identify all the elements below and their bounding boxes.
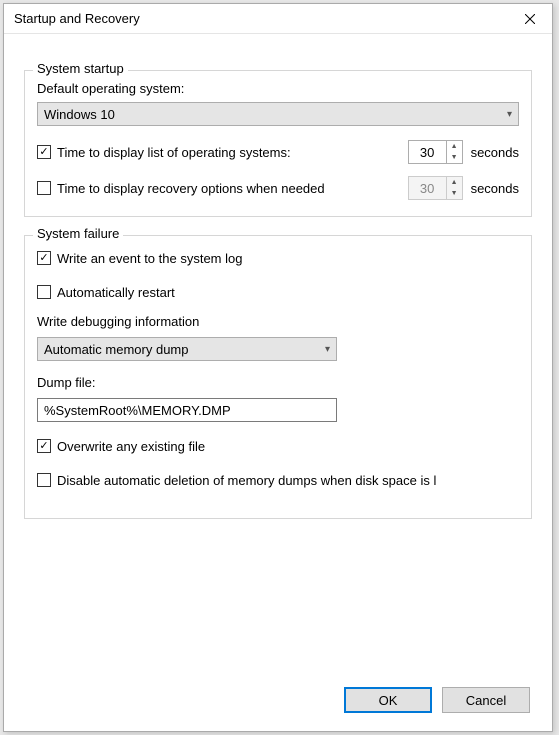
- system-startup-label: System startup: [33, 61, 128, 76]
- ok-label: OK: [379, 693, 398, 708]
- display-list-checkbox[interactable]: [37, 145, 51, 159]
- auto-restart-checkbox[interactable]: [37, 285, 51, 299]
- display-recovery-row: Time to display recovery options when ne…: [37, 176, 519, 200]
- cancel-button[interactable]: Cancel: [442, 687, 530, 713]
- dump-file-value: %SystemRoot%\MEMORY.DMP: [44, 403, 231, 418]
- startup-recovery-dialog: Startup and Recovery System startup Defa…: [3, 3, 553, 732]
- overwrite-checkbox[interactable]: [37, 439, 51, 453]
- display-recovery-label: Time to display recovery options when ne…: [57, 181, 400, 196]
- display-list-row: Time to display list of operating system…: [37, 140, 519, 164]
- system-failure-label: System failure: [33, 226, 123, 241]
- spinner-down-icon[interactable]: ▼: [447, 152, 462, 163]
- dialog-content: System startup Default operating system:…: [4, 34, 552, 519]
- spinner-up-icon: ▲: [447, 177, 462, 188]
- debug-type-select[interactable]: Automatic memory dump ▾: [37, 337, 337, 361]
- default-os-select[interactable]: Windows 10 ▾: [37, 102, 519, 126]
- display-recovery-spinner: 30 ▲ ▼: [408, 176, 463, 200]
- display-recovery-value: 30: [409, 177, 446, 199]
- default-os-label: Default operating system:: [37, 81, 519, 96]
- display-list-label: Time to display list of operating system…: [57, 145, 400, 160]
- dialog-title: Startup and Recovery: [14, 11, 140, 26]
- ok-button[interactable]: OK: [344, 687, 432, 713]
- chevron-down-icon: ▾: [507, 109, 512, 120]
- spinner-buttons: ▲ ▼: [446, 141, 462, 163]
- spinner-up-icon[interactable]: ▲: [447, 141, 462, 152]
- spinner-buttons: ▲ ▼: [446, 177, 462, 199]
- debug-info-label: Write debugging information: [37, 314, 519, 329]
- disable-delete-row: Disable automatic deletion of memory dum…: [37, 468, 519, 492]
- seconds-unit: seconds: [471, 145, 519, 160]
- overwrite-label: Overwrite any existing file: [57, 439, 205, 454]
- titlebar: Startup and Recovery: [4, 4, 552, 34]
- display-recovery-checkbox[interactable]: [37, 181, 51, 195]
- close-icon: [525, 14, 535, 24]
- auto-restart-row: Automatically restart: [37, 280, 519, 304]
- cancel-label: Cancel: [466, 693, 506, 708]
- disable-delete-checkbox[interactable]: [37, 473, 51, 487]
- display-list-value: 30: [409, 141, 446, 163]
- close-button[interactable]: [507, 4, 552, 34]
- seconds-unit: seconds: [471, 181, 519, 196]
- overwrite-row: Overwrite any existing file: [37, 434, 519, 458]
- dialog-buttons: OK Cancel: [344, 687, 530, 713]
- disable-delete-label: Disable automatic deletion of memory dum…: [57, 473, 436, 488]
- chevron-down-icon: ▾: [325, 344, 330, 355]
- write-event-label: Write an event to the system log: [57, 251, 242, 266]
- write-event-checkbox[interactable]: [37, 251, 51, 265]
- auto-restart-label: Automatically restart: [57, 285, 175, 300]
- default-os-value: Windows 10: [44, 107, 115, 122]
- system-startup-group: System startup Default operating system:…: [24, 70, 532, 217]
- dump-file-input[interactable]: %SystemRoot%\MEMORY.DMP: [37, 398, 337, 422]
- system-failure-group: System failure Write an event to the sys…: [24, 235, 532, 519]
- display-list-spinner[interactable]: 30 ▲ ▼: [408, 140, 463, 164]
- write-event-row: Write an event to the system log: [37, 246, 519, 270]
- spinner-down-icon: ▼: [447, 188, 462, 199]
- dump-file-label: Dump file:: [37, 375, 519, 390]
- debug-type-value: Automatic memory dump: [44, 342, 189, 357]
